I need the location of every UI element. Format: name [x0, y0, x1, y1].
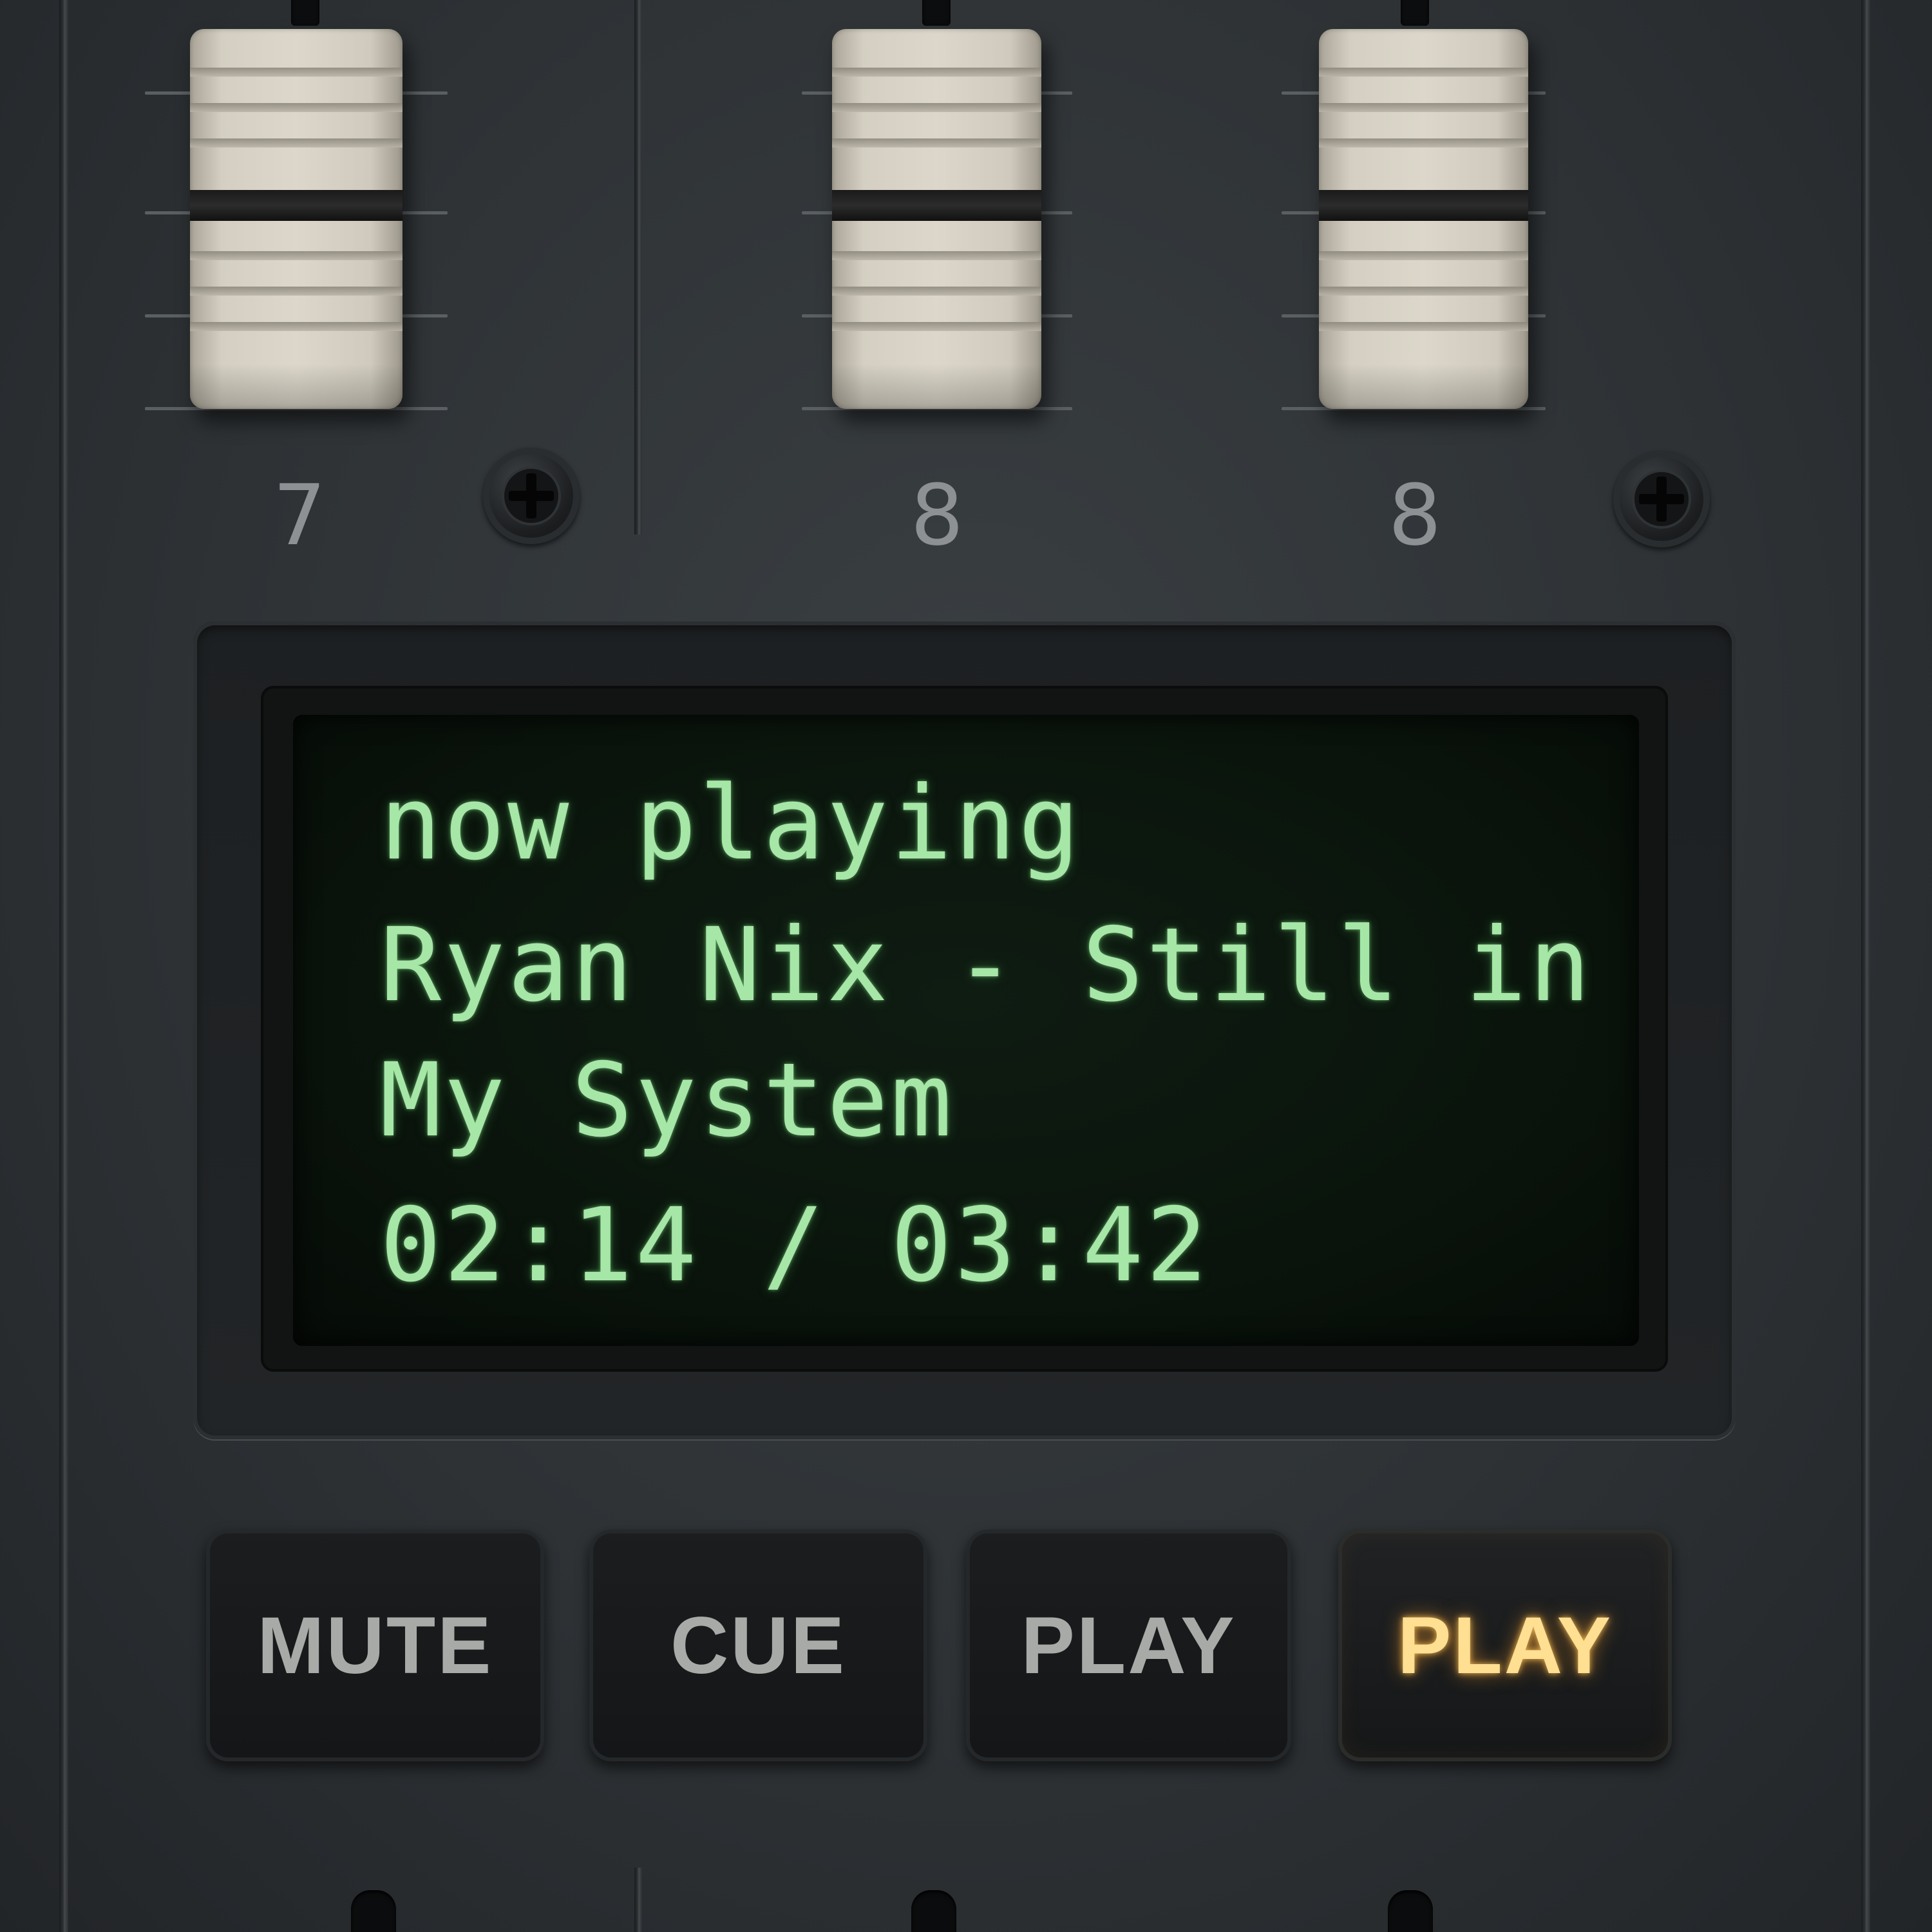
- panel-seam-middle-lower: [634, 1868, 642, 1932]
- fader-knob[interactable]: [1319, 29, 1528, 409]
- mute-button[interactable]: MUTE: [206, 1530, 544, 1761]
- track-time: 02:14 / 03:42: [380, 1186, 1210, 1305]
- fader-track: [1401, 0, 1429, 26]
- fader-track: [291, 0, 319, 26]
- fader-slot: [1388, 1890, 1433, 1932]
- track-title-line-2: My System: [380, 1041, 955, 1160]
- channel-number: 8: [910, 466, 964, 564]
- mute-button-label: MUTE: [257, 1600, 493, 1690]
- now-playing-label: now playing: [380, 764, 1083, 883]
- play-button[interactable]: PLAY: [966, 1530, 1291, 1761]
- fader-knob[interactable]: [832, 29, 1041, 409]
- track-title-line-1: Ryan Nix - Still in: [380, 906, 1593, 1025]
- panel-seam-middle: [634, 0, 642, 535]
- play-button-label: PLAY: [1021, 1600, 1236, 1690]
- mixer-panel: 7 8 8 now playing Ryan Nix - Still in My…: [0, 0, 1932, 1932]
- screw-icon: [1613, 451, 1710, 547]
- channel-number: 7: [272, 466, 327, 564]
- channel-number: 8: [1388, 466, 1442, 564]
- fader-slot: [911, 1890, 956, 1932]
- play-button-active[interactable]: PLAY: [1338, 1530, 1672, 1761]
- cue-button-label: CUE: [670, 1600, 846, 1690]
- cue-button[interactable]: CUE: [589, 1530, 927, 1761]
- panel-seam-right: [1861, 0, 1870, 1932]
- fader-knob[interactable]: [190, 29, 402, 409]
- screw-icon: [483, 448, 580, 544]
- play-button-active-label: PLAY: [1397, 1600, 1613, 1690]
- panel-seam-left: [59, 0, 68, 1932]
- fader-track: [922, 0, 951, 26]
- fader-slot: [351, 1890, 396, 1932]
